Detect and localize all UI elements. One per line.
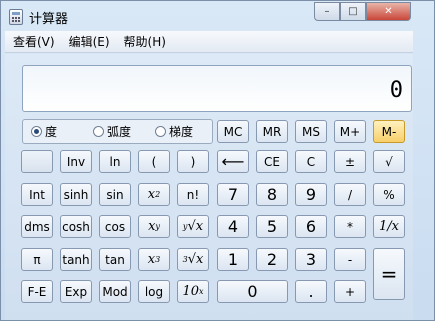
plus-button[interactable]: + — [334, 280, 366, 303]
ms-button[interactable]: MS — [295, 120, 327, 143]
digit-1-button[interactable]: 1 — [217, 248, 249, 271]
menu-view[interactable]: 查看(V) — [7, 33, 61, 50]
mc-button[interactable]: MC — [217, 120, 249, 143]
minimize-button[interactable]: – — [314, 2, 340, 21]
digit-7-button[interactable]: 7 — [217, 183, 249, 206]
menu-edit[interactable]: 编辑(E) — [63, 33, 116, 50]
decimal-button[interactable]: . — [295, 280, 327, 303]
ten-power-x-button[interactable]: 10 x — [177, 280, 209, 303]
percent-button[interactable]: % — [373, 183, 405, 206]
inv-button[interactable]: Inv — [60, 150, 92, 173]
dms-button[interactable]: dms — [21, 215, 53, 238]
mr-button[interactable]: MR — [256, 120, 288, 143]
radio-radians-label: 弧度 — [107, 125, 132, 139]
cos-button[interactable]: cos — [99, 215, 131, 238]
calculator-body: 0 度 弧度 梯度 MC MR MS M+ M- Inv ln ( ) ⟵ CE… — [5, 54, 413, 320]
reciprocal-button[interactable]: 1/x — [373, 215, 405, 238]
sinh-button[interactable]: sinh — [60, 183, 92, 206]
menu-bar: 查看(V) 编辑(E) 帮助(H) — [5, 31, 413, 53]
radio-degrees-label: 度 — [45, 125, 58, 139]
tan-button[interactable]: tan — [99, 248, 131, 271]
radio-grads-label: 梯度 — [169, 125, 194, 139]
m-plus-button[interactable]: M+ — [334, 120, 366, 143]
angle-mode-group: 度 弧度 梯度 — [22, 119, 213, 144]
radio-radians[interactable]: 弧度 — [93, 123, 131, 140]
cube-root-button[interactable]: 3 √x — [177, 248, 209, 271]
backspace-button[interactable]: ⟵ — [217, 150, 249, 173]
digit-5-button[interactable]: 5 — [256, 215, 288, 238]
exp-button[interactable]: Exp — [60, 280, 92, 303]
digit-6-button[interactable]: 6 — [295, 215, 327, 238]
open-paren-button[interactable]: ( — [138, 150, 170, 173]
x-cubed-button[interactable]: x3 — [138, 248, 170, 271]
c-button[interactable]: C — [295, 150, 327, 173]
mod-button[interactable]: Mod — [99, 280, 131, 303]
maximize-button[interactable]: □ — [340, 2, 366, 21]
radio-degrees[interactable]: 度 — [31, 123, 57, 140]
menu-help[interactable]: 帮助(H) — [118, 33, 172, 50]
pi-button[interactable]: π — [21, 248, 53, 271]
window-title: 计算器 — [29, 12, 69, 27]
result-display: 0 — [22, 65, 412, 112]
close-paren-button[interactable]: ) — [177, 150, 209, 173]
digit-0-button[interactable]: 0 — [217, 280, 288, 303]
close-button[interactable]: ✕ — [366, 2, 411, 21]
multiply-button[interactable]: * — [334, 215, 366, 238]
factorial-button[interactable]: n! — [177, 183, 209, 206]
title-bar[interactable]: 计算器 – □ ✕ — [1, 1, 434, 31]
digit-9-button[interactable]: 9 — [295, 183, 327, 206]
radio-grads-dot[interactable] — [155, 126, 167, 137]
digit-2-button[interactable]: 2 — [256, 248, 288, 271]
x-power-y-button[interactable]: xy — [138, 215, 170, 238]
minus-button[interactable]: - — [334, 248, 366, 271]
equals-button[interactable]: = — [373, 248, 405, 300]
divide-button[interactable]: / — [334, 183, 366, 206]
ln-button[interactable]: ln — [99, 150, 131, 173]
digit-3-button[interactable]: 3 — [295, 248, 327, 271]
plusminus-button[interactable]: ± — [334, 150, 366, 173]
digit-8-button[interactable]: 8 — [256, 183, 288, 206]
calculator-window: 计算器 – □ ✕ 查看(V) 编辑(E) 帮助(H) 0 度 弧度 梯度 MC… — [0, 0, 435, 321]
digit-4-button[interactable]: 4 — [217, 215, 249, 238]
log-button[interactable]: log — [138, 280, 170, 303]
sqrt-button[interactable]: √ — [373, 150, 405, 173]
int-button[interactable]: Int — [21, 183, 53, 206]
fe-button[interactable]: F-E — [21, 280, 53, 303]
y-root-x-button[interactable]: y √x — [177, 215, 209, 238]
calculator-app-icon — [9, 9, 23, 25]
radio-radians-dot[interactable] — [93, 126, 105, 137]
m-minus-button[interactable]: M- — [373, 120, 405, 143]
ce-button[interactable]: CE — [256, 150, 288, 173]
radio-grads[interactable]: 梯度 — [155, 123, 193, 140]
radio-degrees-dot[interactable] — [31, 126, 42, 137]
sin-button[interactable]: sin — [99, 183, 131, 206]
tanh-button[interactable]: tanh — [60, 248, 92, 271]
cosh-button[interactable]: cosh — [60, 215, 92, 238]
display-value: 0 — [389, 78, 403, 103]
blank-button[interactable] — [21, 150, 53, 173]
x-squared-button[interactable]: x2 — [138, 183, 170, 206]
